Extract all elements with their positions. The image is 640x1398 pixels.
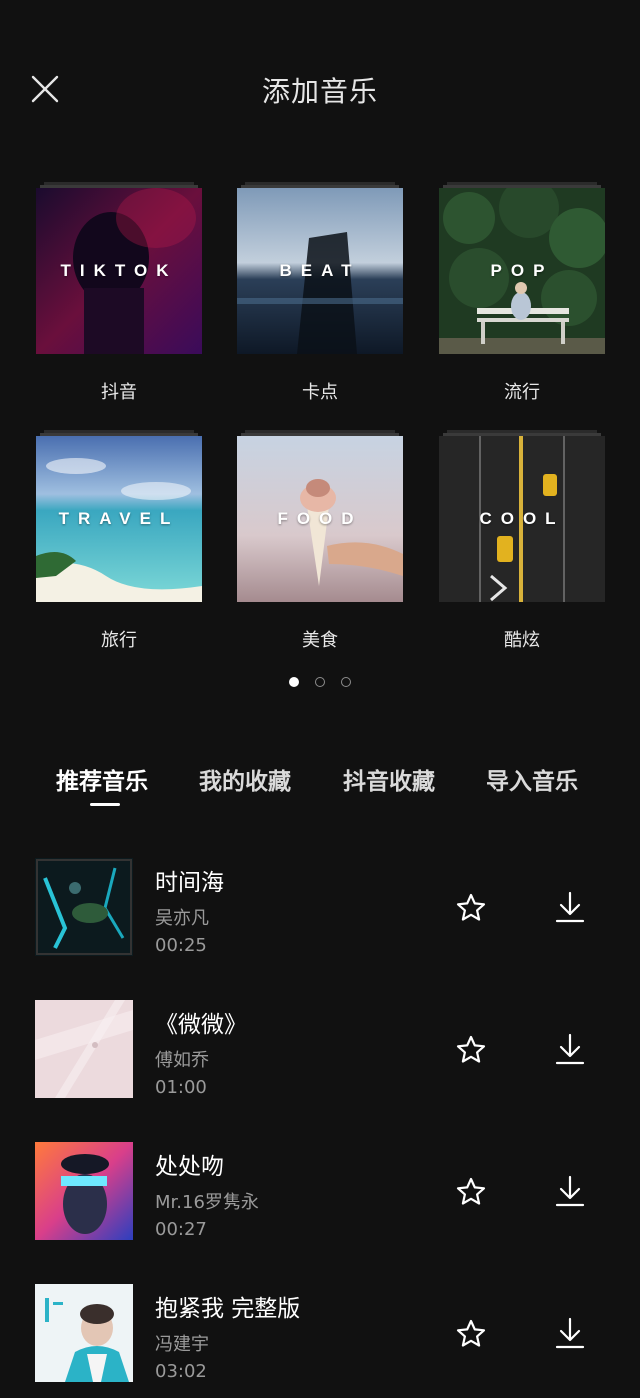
category-label: 抖音 — [101, 382, 137, 403]
song-title: 时间海 — [155, 870, 224, 896]
category-label: 流行 — [504, 382, 540, 403]
song-title: 《微微》 — [155, 1012, 247, 1038]
category-beat[interactable]: BEAT 卡点 — [237, 182, 403, 408]
category-overlay-text: FOOD — [277, 509, 363, 528]
star-icon — [456, 1035, 486, 1063]
song-duration: 00:25 — [155, 935, 207, 956]
download-icon — [555, 1317, 585, 1349]
category-overlay-text: TIKTOK — [60, 261, 178, 280]
song-row[interactable]: 处处吻 Mr.16罗隽永 00:27 — [0, 1126, 640, 1256]
song-cover[interactable] — [35, 1284, 133, 1382]
category-cool[interactable]: COOL 酷炫 — [439, 430, 605, 656]
song-row[interactable]: 时间海 吴亦凡 00:25 — [0, 842, 640, 972]
active-tab-indicator — [90, 803, 120, 806]
tab-douyin-favorites[interactable]: 抖音收藏 — [343, 762, 435, 796]
favorite-button[interactable] — [455, 892, 487, 924]
star-icon — [456, 893, 486, 921]
category-label: 美食 — [302, 630, 338, 651]
song-cover[interactable] — [35, 1142, 133, 1240]
category-overlay-text: POP — [490, 261, 554, 280]
song-title: 处处吻 — [155, 1154, 224, 1180]
download-button[interactable] — [554, 1174, 586, 1208]
category-label: 旅行 — [101, 630, 137, 651]
page-dot[interactable] — [341, 677, 351, 687]
star-icon — [456, 1177, 486, 1205]
song-artist: 冯建宇 — [155, 1334, 209, 1355]
category-pop[interactable]: POP 流行 — [439, 182, 605, 408]
song-title: 抱紧我 完整版 — [155, 1296, 301, 1322]
category-overlay-text: TRAVEL — [58, 509, 180, 528]
song-cover[interactable] — [35, 858, 133, 956]
star-icon — [456, 1319, 486, 1347]
download-icon — [555, 1033, 585, 1065]
favorite-button[interactable] — [455, 1176, 487, 1208]
song-artist: Mr.16罗隽永 — [155, 1192, 259, 1213]
song-duration: 00:27 — [155, 1219, 207, 1240]
tab-my-favorites[interactable]: 我的收藏 — [199, 762, 291, 796]
download-button[interactable] — [554, 1032, 586, 1066]
page-dot-active[interactable] — [289, 677, 299, 687]
category-overlay-text: COOL — [479, 509, 565, 528]
song-artist: 吴亦凡 — [155, 908, 209, 929]
category-travel[interactable]: TRAVEL 旅行 — [36, 430, 202, 656]
song-duration: 03:02 — [155, 1361, 207, 1382]
download-button[interactable] — [554, 890, 586, 924]
song-artist: 傅如乔 — [155, 1050, 209, 1071]
category-label: 酷炫 — [504, 630, 540, 651]
category-food[interactable]: FOOD 美食 — [237, 430, 403, 656]
page-title: 添加音乐 — [261, 75, 378, 108]
category-tiktok[interactable]: TIKTOK 抖音 — [36, 182, 202, 408]
download-icon — [555, 1175, 585, 1207]
category-overlay-text: BEAT — [279, 261, 361, 280]
page-dot[interactable] — [315, 677, 325, 687]
song-row[interactable]: 《微微》 傅如乔 01:00 — [0, 984, 640, 1114]
favorite-button[interactable] — [455, 1034, 487, 1066]
category-label: 卡点 — [302, 382, 338, 403]
song-row[interactable]: 抱紧我 完整版 冯建宇 03:02 — [0, 1268, 640, 1398]
tab-recommended[interactable]: 推荐音乐 — [56, 762, 148, 796]
header: 添加音乐 — [0, 0, 640, 180]
download-icon — [555, 891, 585, 923]
tab-import-music[interactable]: 导入音乐 — [486, 762, 578, 796]
page-indicator — [0, 677, 640, 687]
song-duration: 01:00 — [155, 1077, 207, 1098]
song-cover[interactable] — [35, 1000, 133, 1098]
favorite-button[interactable] — [455, 1318, 487, 1350]
download-button[interactable] — [554, 1316, 586, 1350]
